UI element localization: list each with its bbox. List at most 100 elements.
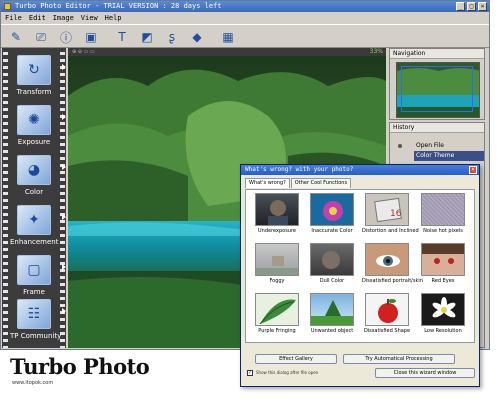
open-icon[interactable]: ✎ [5,27,27,47]
wizard-item-red-eyes[interactable]: Red Eyes [418,243,468,295]
svg-text:16: 16 [390,209,402,219]
wizard-item-label: Unwanted object [310,328,354,334]
auto-process-button[interactable]: Try Automatical Processing [343,354,455,364]
save-icon[interactable]: ⎚ [30,27,52,47]
category-label: TP Community [10,332,62,340]
navigation-thumbnail[interactable] [396,62,480,118]
wizard-item-low-resolution[interactable]: Low Resolution [418,293,468,345]
wizard-item-label: Low Resolution [424,328,462,334]
wizard-item-distortion[interactable]: 16 Distortion and Inclined [362,193,419,245]
red-eyes-thumbnail [421,243,465,276]
wizard-item-label: Distortion and Inclined [362,228,419,234]
chevron-right-icon [62,164,66,170]
category-transform[interactable]: ↻ Transform [10,52,66,104]
tab-whats-wrong[interactable]: What's wrong? [245,178,290,188]
wizard-item-dull-color[interactable]: Dull Color [307,243,357,295]
image-icon[interactable]: ▣ [80,27,102,47]
frame-icon[interactable]: ◩ [136,27,158,47]
maximize-icon[interactable]: □ [467,2,476,11]
navigation-title: Navigation [390,49,484,59]
text-icon[interactable]: T [111,27,133,47]
color-icon: ◕ [17,155,51,185]
film-holes [60,48,65,348]
category-enhancement[interactable]: ✦ Enhancement [10,202,66,254]
category-label: Enhancement [10,238,59,246]
info-icon[interactable]: ⓘ [55,27,77,47]
wizard-item-foggy[interactable]: Foggy [252,243,302,295]
brush-icon[interactable]: ʂ [161,27,183,47]
menu-file[interactable]: File [5,12,22,24]
film-holes [3,48,8,348]
noise-thumbnail [421,193,465,226]
window-title: Turbo Photo Editor - TRIAL VERSION : 28 … [15,2,222,10]
wizard-item-label: Underexposure [257,228,296,234]
low-resolution-thumbnail [421,293,465,326]
zoom-icons[interactable]: ⊕ ⊖ ▭ ▭ [72,49,95,55]
app-icon [4,3,11,10]
enhancement-icon: ✦ [17,205,51,235]
tab-other-functions[interactable]: Other Cool Functions [290,178,352,188]
chevron-right-icon [62,308,66,314]
history-item-label: Open File [416,142,444,149]
dissatisfied-shape-thumbnail [365,293,409,326]
portrait-thumbnail [365,243,409,276]
tag-icon[interactable]: ◆ [186,27,208,47]
canvas-toolbar: ⊕ ⊖ ▭ ▭ 33% [68,48,386,56]
chevron-right-icon [62,114,66,120]
effect-gallery-button[interactable]: Effect Gallery [255,354,337,364]
wizard-title-bar: What's wrong? with your photo? × [241,165,479,175]
inaccurate-color-thumbnail [310,193,354,226]
history-item-open-file[interactable]: Open File [390,141,484,151]
wizard-item-label: Dissatisfied Shape [363,328,411,334]
close-wizard-button[interactable]: Close this wizard window [375,368,475,378]
wizard-item-dissatisfied-shape[interactable]: Dissatisfied Shape [362,293,412,345]
wizard-item-portrait[interactable]: Dissatisfied portrait/skin [362,243,423,295]
close-icon[interactable]: × [469,166,477,174]
category-label: Color [24,188,44,196]
category-label: Exposure [17,138,51,146]
history-item-color-theme[interactable]: Color Theme [414,151,484,161]
category-community[interactable]: ☷ TP Community [10,296,66,348]
exposure-icon: ✺ [17,105,51,135]
wizard-dialog: What's wrong? with your photo? × What's … [240,164,480,387]
wizard-grid: Underexposure Inaccurate Color 16 Distor… [245,189,475,343]
history-item-label: Color Theme [416,152,455,159]
close-icon[interactable]: × [478,2,487,11]
wizard-item-label: Inaccurate Color [311,228,353,234]
brand-url: www.itopok.com [12,380,54,386]
wizard-item-unwanted-object[interactable]: Unwanted object [307,293,357,345]
menu-view[interactable]: View [81,12,98,24]
chevron-right-icon [62,214,66,220]
category-exposure[interactable]: ✺ Exposure [10,102,66,154]
wizard-title: What's wrong? with your photo? [245,166,354,173]
toolbar: ✎ ⎚ ⓘ ▣ T ◩ ʂ ◆ ▦ [1,24,489,48]
wizard-item-inaccurate-color[interactable]: Inaccurate Color [307,193,357,245]
wizard-item-underexposure[interactable]: Underexposure [252,193,302,245]
brand-name: Turbo Photo [10,354,150,379]
wizard-tabs: What's wrong? Other Cool Functions [241,178,479,188]
wizard-item-label: Foggy [269,278,285,284]
viewport-box[interactable] [401,66,473,112]
wizard-item-label: Dull Color [319,278,345,284]
wizard-item-label: Dissatisfied portrait/skin [362,278,423,284]
menu-edit[interactable]: Edit [29,12,46,24]
category-color[interactable]: ◕ Color [10,152,66,204]
history-step-icon [398,144,402,148]
dull-color-thumbnail [310,243,354,276]
category-label: Transform [16,88,52,96]
grid-icon[interactable]: ▦ [217,27,239,47]
chevron-right-icon [62,64,66,70]
minimize-icon[interactable]: _ [456,2,465,11]
wizard-item-purple-fringing[interactable]: Purple Fringing [252,293,302,345]
menu-image[interactable]: Image [53,12,74,24]
frame-icon: ▢ [17,255,51,285]
category-label: Frame [23,288,45,296]
menu-help[interactable]: Help [105,12,122,24]
wizard-item-noise[interactable]: Noise hot pixels [418,193,468,245]
unwanted-object-thumbnail [310,293,354,326]
show-dialog-label: Show this dialog after file open [256,370,319,375]
wizard-item-label: Noise hot pixels [423,228,463,234]
navigation-panel: Navigation [389,48,485,120]
underexposure-thumbnail [255,193,299,226]
show-dialog-checkbox[interactable]: ✓ [247,370,253,376]
